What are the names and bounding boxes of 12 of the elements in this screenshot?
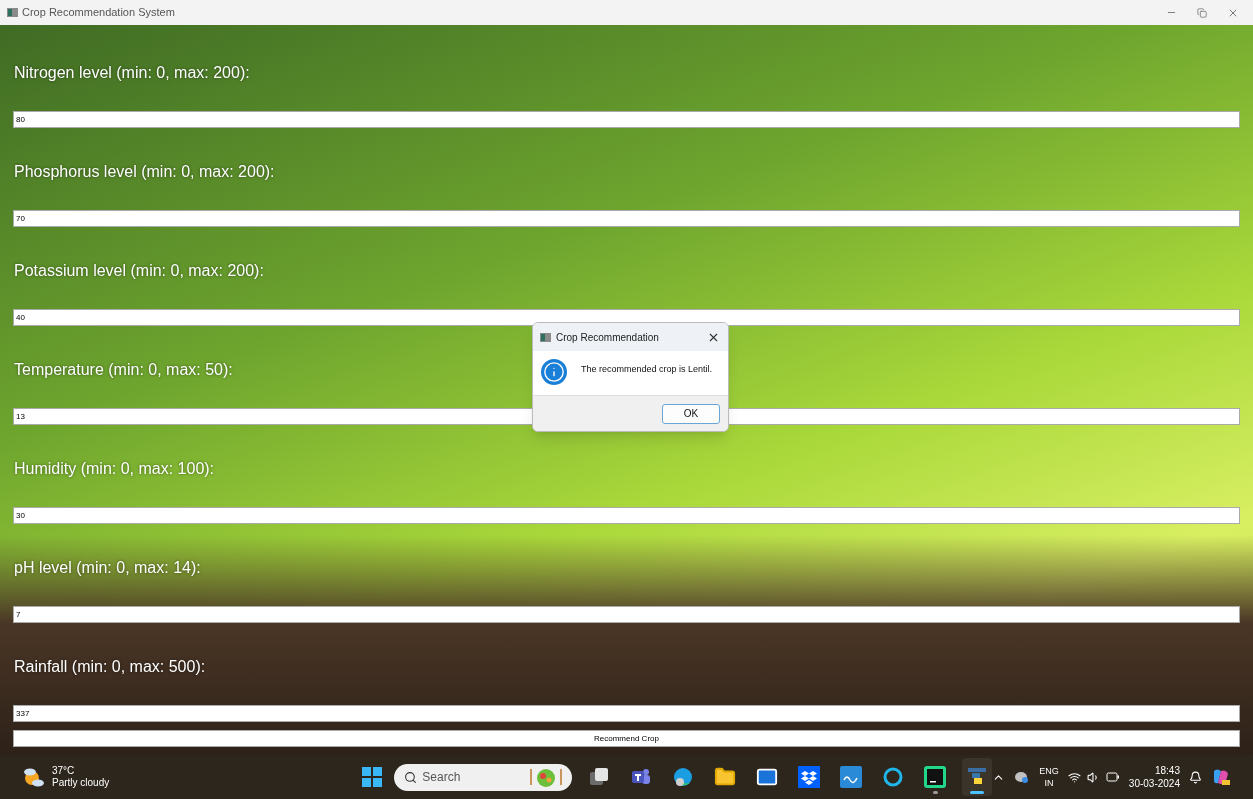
temperature-text: 37°C xyxy=(52,765,76,777)
field-label: Potassium level (min: 0, max: 200): xyxy=(14,261,264,281)
field-label: Rainfall (min: 0, max: 500): xyxy=(14,657,206,677)
field-label: Temperature (min: 0, max: 50): xyxy=(14,360,233,380)
field-label: Humidity (min: 0, max: 100): xyxy=(14,459,215,479)
dialog-title: Crop Recommendation xyxy=(556,330,659,345)
dialog-message: The recommended crop is Lentil. xyxy=(581,363,713,376)
window-title: Crop Recommendation System xyxy=(22,5,175,21)
field-label: Nitrogen level (min: 0, max: 200): xyxy=(14,63,250,83)
weather-condition: Partly cloudy xyxy=(52,777,110,789)
field-label: Phosphorus level (min: 0, max: 200): xyxy=(14,162,275,182)
field-label: pH level (min: 0, max: 14): xyxy=(14,558,201,578)
